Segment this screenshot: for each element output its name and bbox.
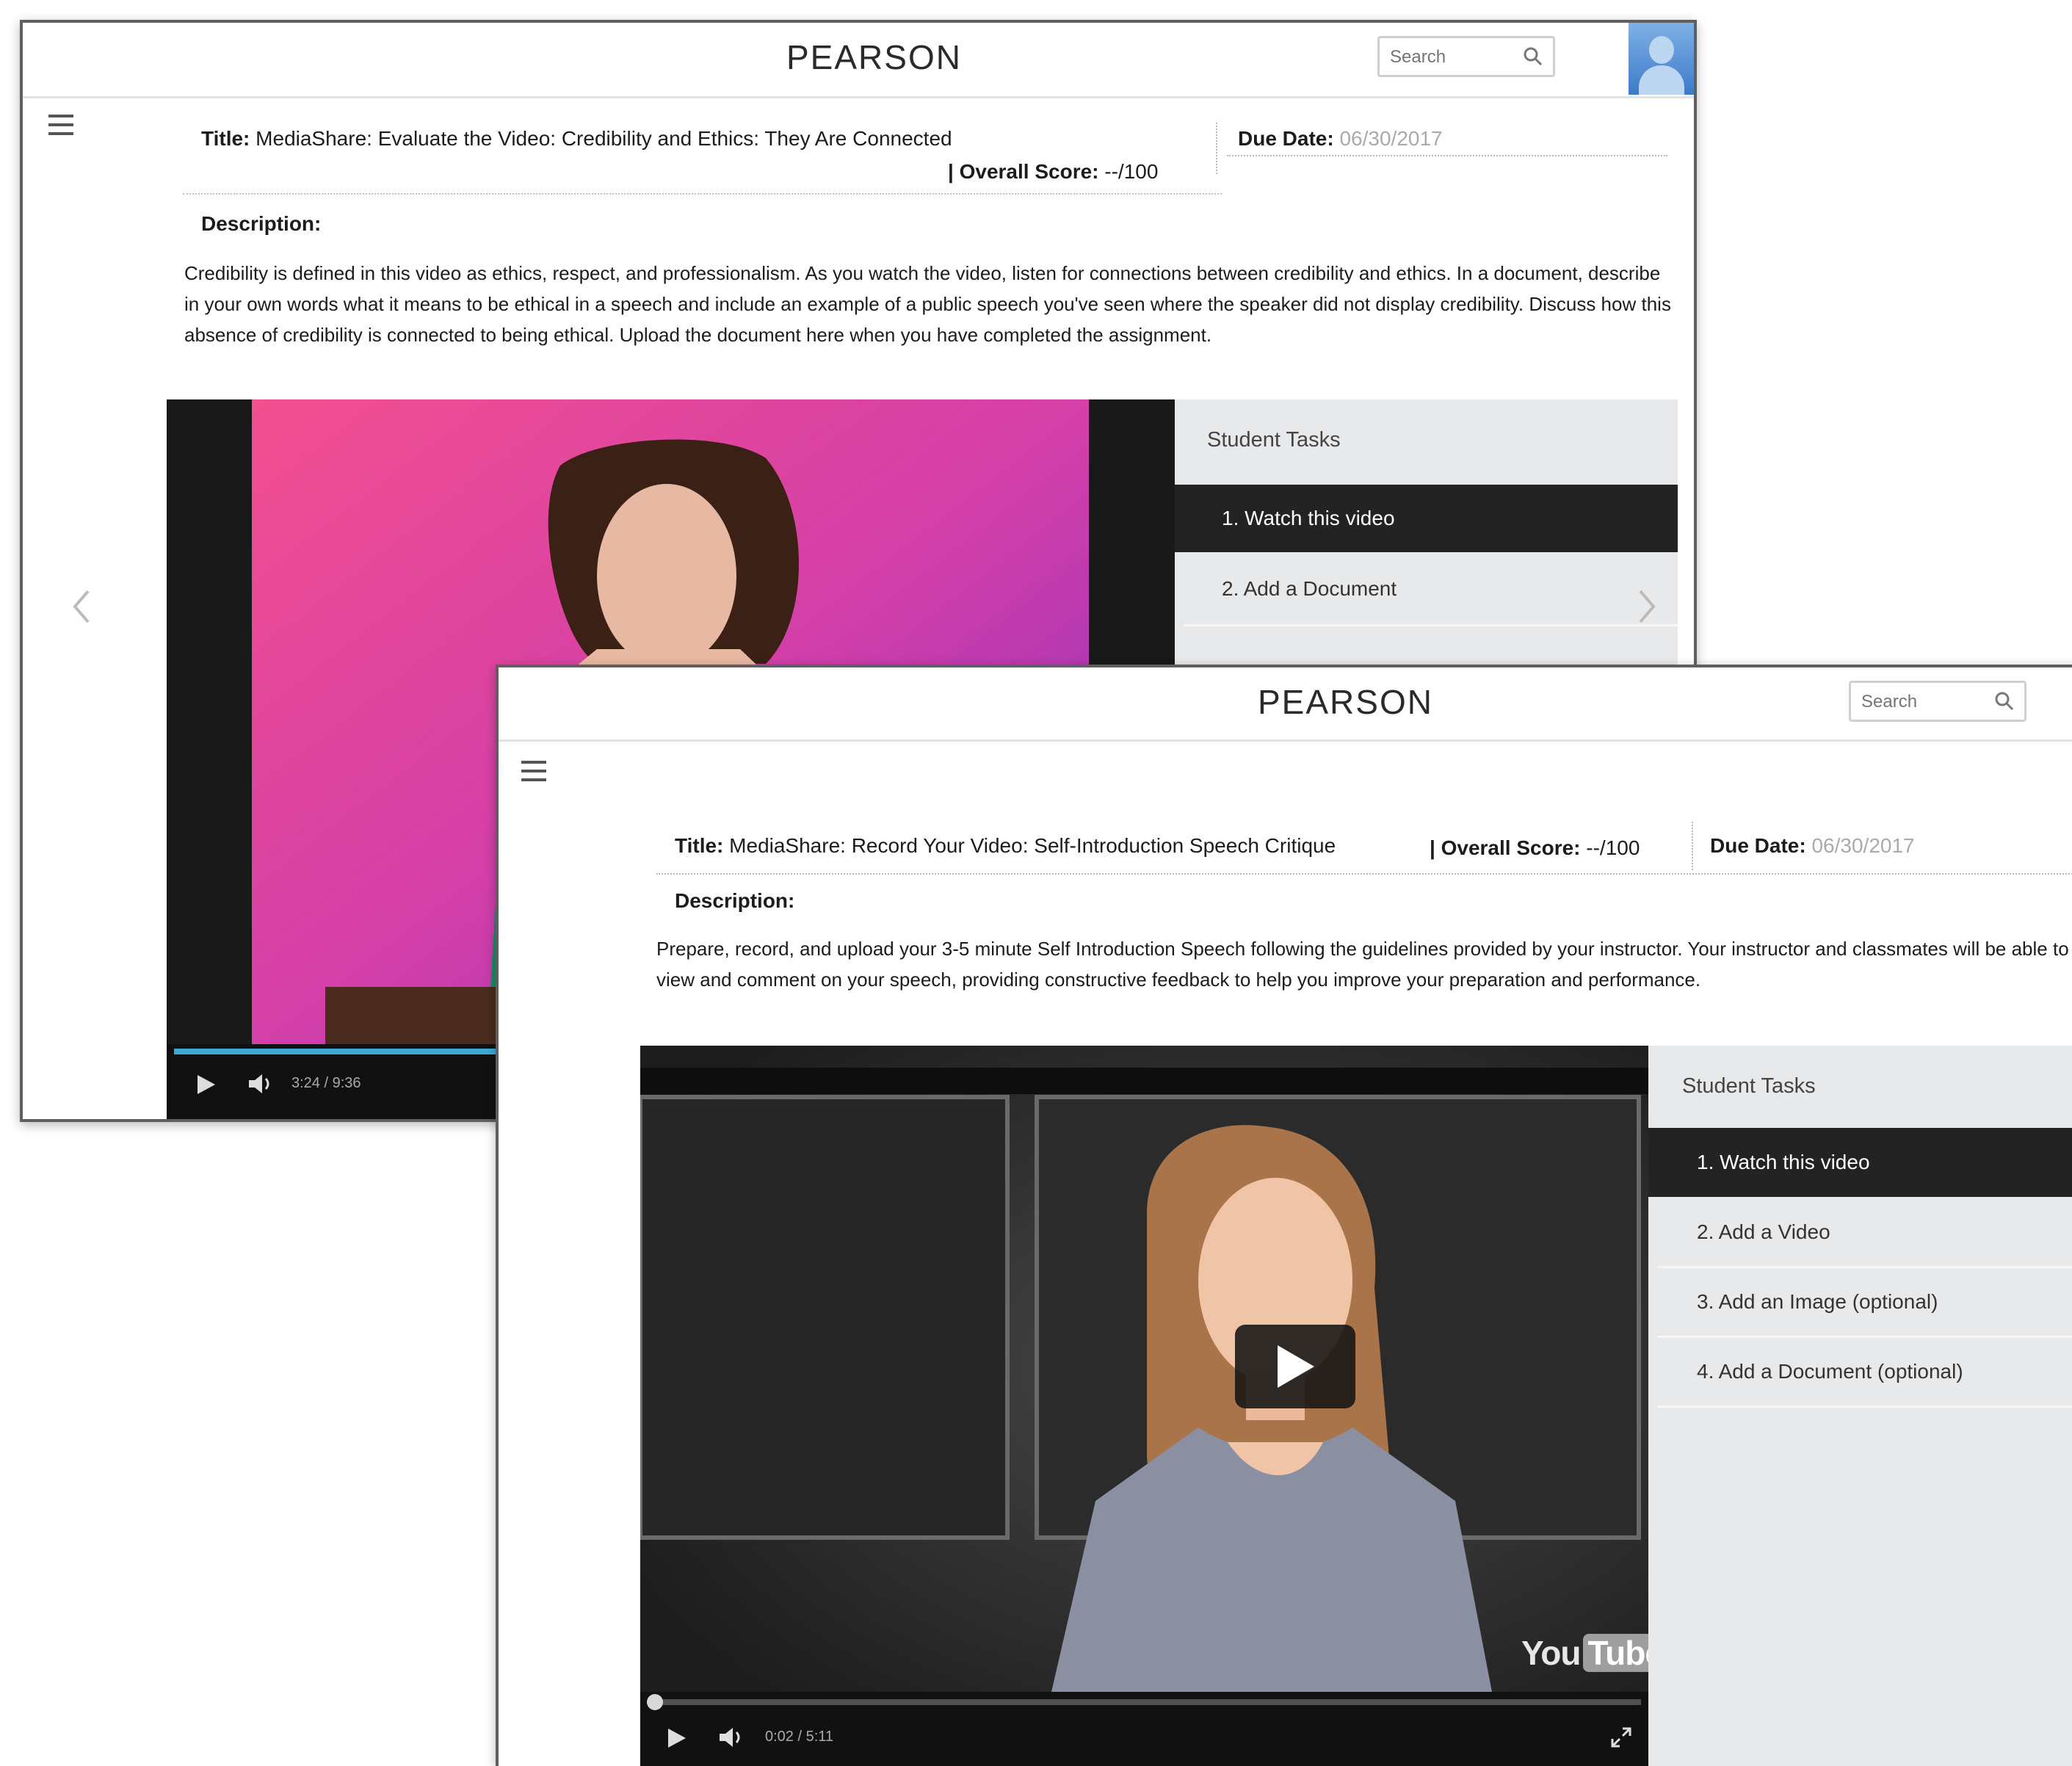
due-date-underline [1227,155,1667,156]
due-date-divider [1216,123,1217,174]
fullscreen-icon[interactable] [1609,1726,1633,1749]
task-separator [1184,624,1678,626]
next-arrow-icon[interactable] [1636,588,1658,625]
youtube-logo: YouTube [1521,1633,1648,1673]
search-icon[interactable] [1993,690,2015,712]
progress-fill [174,1049,522,1054]
task-separator [1657,1405,2072,1408]
due-label: Due Date: [1238,127,1334,150]
task-add-document[interactable]: 4. Add a Document (optional) [1648,1338,2072,1405]
video-time: 0:02 / 5:11 [765,1729,834,1745]
hamburger-menu-icon[interactable] [48,115,73,135]
big-play-button[interactable] [1235,1325,1355,1408]
description-text: Credibility is defined in this video as … [184,262,1671,346]
overall-score: | Overall Score: --/100 [948,160,1158,184]
task-add-video[interactable]: 2. Add a Video [1648,1198,2072,1266]
previous-arrow-icon[interactable] [70,588,93,625]
task-add-image[interactable]: 3. Add an Image (optional) [1648,1268,2072,1336]
student-tasks-panel: Student Tasks 1. Watch this video 2. Add… [1175,399,1678,693]
score-label: | Overall Score: [948,160,1099,183]
due-value: 06/30/2017 [1811,834,1915,857]
volume-icon[interactable] [718,1726,745,1749]
title-label: Title: [675,834,724,857]
description-text: Prepare, record, and upload your 3-5 min… [656,938,2069,991]
search-box[interactable] [1377,36,1555,77]
task-watch-video[interactable]: 1. Watch this video [1175,485,1678,552]
video-controls: 0:02 / 5:11 [640,1692,1648,1766]
assignment-title: Title: MediaShare: Evaluate the Video: C… [201,127,952,151]
video-time: 3:24 / 9:36 [291,1075,361,1091]
scrubber-handle[interactable] [645,1692,665,1712]
task-add-document[interactable]: 2. Add a Document [1175,555,1678,623]
top-bar: PEARSON [499,667,2072,742]
hamburger-menu-icon[interactable] [521,761,546,781]
description-label: Description: [675,889,795,912]
speaker-video-frame [640,1046,1648,1692]
due-value: 06/30/2017 [1339,127,1443,150]
title-label: Title: [201,127,250,150]
search-icon[interactable] [1522,46,1544,68]
title-divider [656,873,2072,875]
search-input[interactable] [1860,689,1988,715]
score-value: --/100 [1586,836,1640,859]
student-tasks-header: Student Tasks [1207,428,1341,452]
avatar-head [1649,36,1674,64]
due-date: Due Date: 06/30/2017 [1710,834,1915,858]
video-player[interactable]: YouTube 0:02 / 5:11 [640,1046,1648,1766]
user-avatar[interactable] [1629,23,1694,95]
due-label: Due Date: [1710,834,1806,857]
score-label: | Overall Score: [1430,836,1581,859]
play-icon [1278,1345,1314,1388]
pearson-logo: PEARSON [1258,683,1433,721]
title-value: MediaShare: Evaluate the Video: Credibil… [256,127,952,150]
progress-bar[interactable] [648,1699,1641,1705]
due-date: Due Date: 06/30/2017 [1238,127,1443,151]
pearson-logo: PEARSON [786,38,962,76]
student-tasks-header: Student Tasks [1682,1074,1816,1098]
volume-icon[interactable] [247,1072,274,1096]
title-value: MediaShare: Record Your Video: Self-Intr… [729,834,1336,857]
task-watch-video[interactable]: 1. Watch this video [1648,1128,2072,1197]
search-box[interactable] [1849,681,2026,722]
top-bar: PEARSON [23,23,1694,98]
assignment-title: Title: MediaShare: Record Your Video: Se… [675,834,1336,858]
search-input[interactable] [1388,44,1516,70]
title-divider [183,193,1222,195]
description-label: Description: [201,212,322,235]
avatar-shoulders [1639,65,1684,95]
play-icon[interactable] [667,1727,687,1749]
play-icon[interactable] [196,1074,217,1096]
overall-score: | Overall Score: --/100 [1430,836,1640,860]
due-date-divider [1692,822,1693,870]
score-value: --/100 [1104,160,1159,183]
student-tasks-panel: Student Tasks 1. Watch this video 2. Add… [1648,1046,2072,1766]
assignment-window-self-introduction: PEARSON Title: MediaShare: Record Your V… [496,665,2072,1766]
